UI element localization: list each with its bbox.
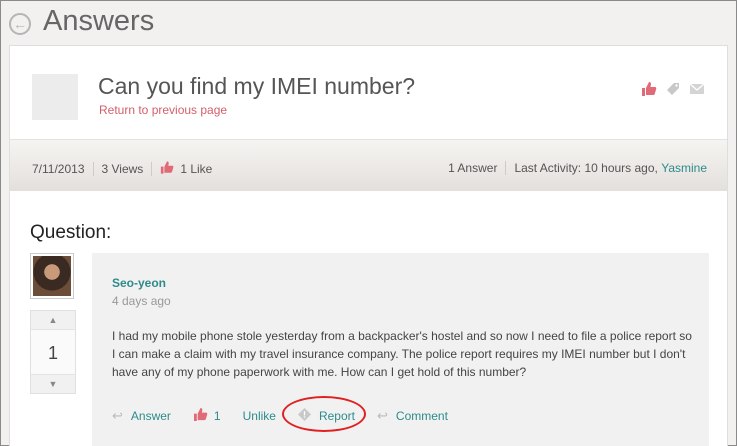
question-post: Seo-yeon 4 days ago I had my mobile phon… [92,253,709,446]
vote-up-icon[interactable]: ▲ [31,311,75,329]
thumbs-up-icon [193,408,208,424]
post-time: 4 days ago [112,294,171,308]
divider [92,162,94,176]
post-body: I had my mobile phone stole yesterday fr… [112,329,692,379]
divider [505,161,507,175]
like-count-button[interactable]: 1 [193,408,221,424]
like-count: 1 [213,409,221,423]
answers-count: 1 Answer [448,161,498,175]
unlike-label: Unlike [242,409,276,423]
back-arrow-icon[interactable]: ← [9,13,31,35]
top-actions [641,82,705,96]
question-date: 7/11/2013 [32,162,85,176]
post-author[interactable]: Seo-yeon [112,276,166,290]
question-card: Can you find my IMEI number? Return to p… [9,45,728,446]
question-title: Can you find my IMEI number? [98,73,416,99]
vote-widget: ▲ 1 ▼ [30,310,76,394]
thumbs-up-icon [160,161,174,177]
vote-count: 1 [31,329,75,375]
unlike-button[interactable]: Unlike [243,409,276,423]
tag-icon[interactable] [665,82,681,96]
section-label: Question: [30,222,112,243]
vote-down-icon[interactable]: ▼ [31,375,75,393]
answer-button[interactable]: ↩ Answer [112,408,171,424]
reply-arrow-icon: ↩ [377,408,388,423]
comment-label: Comment [395,409,448,423]
answer-label: Answer [130,409,171,423]
views-count: 3 Views [101,162,144,176]
page-title: Answers [43,5,155,37]
page-header: ← Answers [1,1,736,45]
divider [151,162,153,176]
return-link[interactable]: Return to previous page [99,103,227,117]
last-activity-user[interactable]: Yasmine [661,161,707,175]
highlight-circle [282,396,366,432]
meta-bar: 7/11/2013 3 Views 1 Like 1 Answer Last A… [10,139,727,191]
question-thumbnail [32,74,78,120]
likes-count: 1 Like [180,162,213,176]
thumbs-up-icon[interactable] [641,82,657,96]
reply-arrow-icon: ↩ [112,408,123,423]
avatar[interactable] [30,253,74,299]
envelope-icon[interactable] [689,82,705,96]
last-activity: Last Activity: 10 hours ago, [514,161,658,175]
comment-button[interactable]: ↩ Comment [377,408,448,424]
